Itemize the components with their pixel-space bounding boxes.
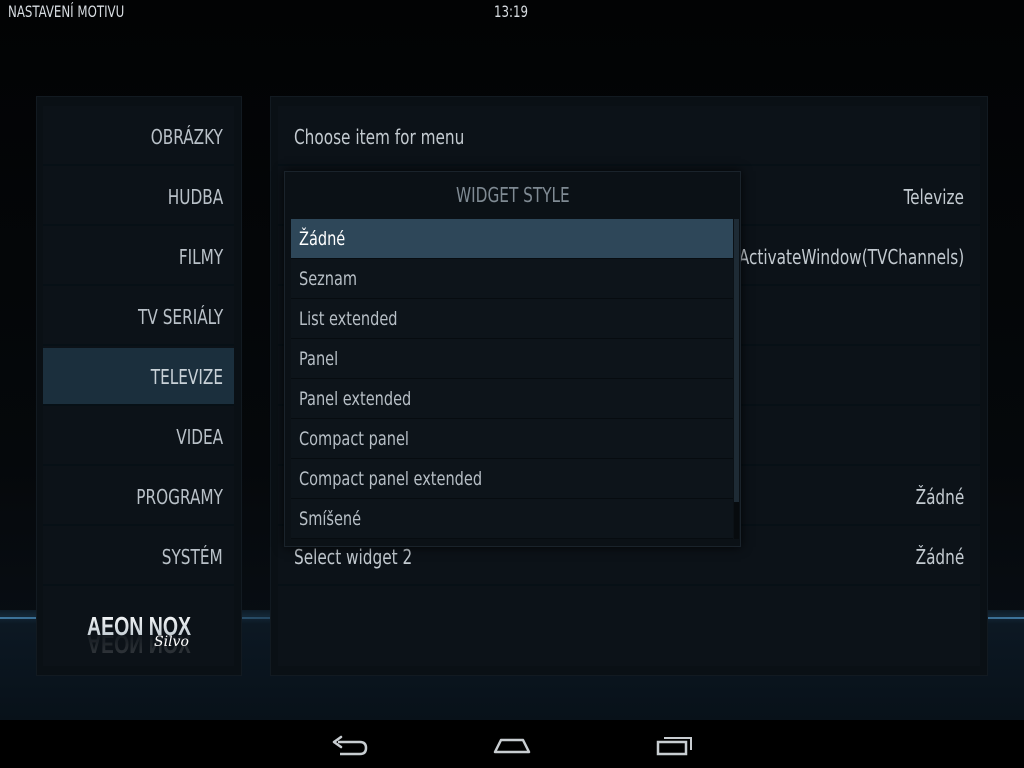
menu-item-obrazky[interactable]: OBRÁZKY [43, 108, 234, 166]
menu-item-programy[interactable]: PROGRAMY [43, 468, 234, 526]
setting-label: Choose item for menu [294, 125, 465, 149]
back-icon[interactable] [328, 728, 372, 764]
menu-item-label: TELEVIZE [150, 365, 223, 389]
setting-value: ActivateWindow(TVChannels) [738, 245, 964, 269]
page-title: NASTAVENÍ MOTIVU [8, 2, 125, 21]
setting-value: Žádné [915, 485, 964, 509]
recent-apps-icon[interactable] [652, 728, 696, 764]
menu-item-hudba[interactable]: HUDBA [43, 168, 234, 226]
menu-item-label: SYSTÉM [162, 545, 223, 569]
menu-item-televize[interactable]: TELEVIZE [43, 348, 234, 406]
dialog-option[interactable]: Seznam [291, 259, 733, 299]
dialog-option[interactable]: Žádné [291, 219, 733, 259]
dialog-option[interactable]: Smíšené [291, 499, 733, 539]
settings-row-choose-item[interactable]: Choose item for menu [278, 108, 980, 166]
setting-value: Televize [903, 185, 964, 209]
menu-item-label: OBRÁZKY [150, 125, 223, 149]
dialog-option[interactable]: Panel [291, 339, 733, 379]
aeon-nox-logo: AEON NOX AEON NOX Silvo [87, 611, 191, 659]
menu-item-label: FILMY [178, 245, 223, 269]
setting-value: Žádné [915, 545, 964, 569]
menu-item-filmy[interactable]: FILMY [43, 228, 234, 286]
dialog-option[interactable]: List extended [291, 299, 733, 339]
screen: NASTAVENÍ MOTIVU 13:19 OBRÁZKY HUDBA FIL… [0, 0, 1024, 768]
dialog-scrollbar-thumb[interactable] [734, 219, 739, 502]
menu-item-label: PROGRAMY [136, 485, 223, 509]
menu-item-label: TV SERIÁLY [137, 305, 223, 329]
dialog-option[interactable]: Compact panel extended [291, 459, 733, 499]
menu-item-tv-serialy[interactable]: TV SERIÁLY [43, 288, 234, 346]
home-icon[interactable] [490, 728, 534, 764]
dialog-title: WIDGET STYLE [455, 183, 570, 207]
dialog-option[interactable]: Panel extended [291, 379, 733, 419]
svg-text:Silvo: Silvo [154, 634, 189, 650]
clock: 13:19 [494, 2, 529, 21]
menu-item-system[interactable]: SYSTÉM [43, 528, 234, 586]
menu-item-label: HUDBA [167, 185, 223, 209]
menu-item-videa[interactable]: VIDEA [43, 408, 234, 466]
menu-item-label: VIDEA [176, 425, 223, 449]
dialog-option[interactable]: Compact panel [291, 419, 733, 459]
